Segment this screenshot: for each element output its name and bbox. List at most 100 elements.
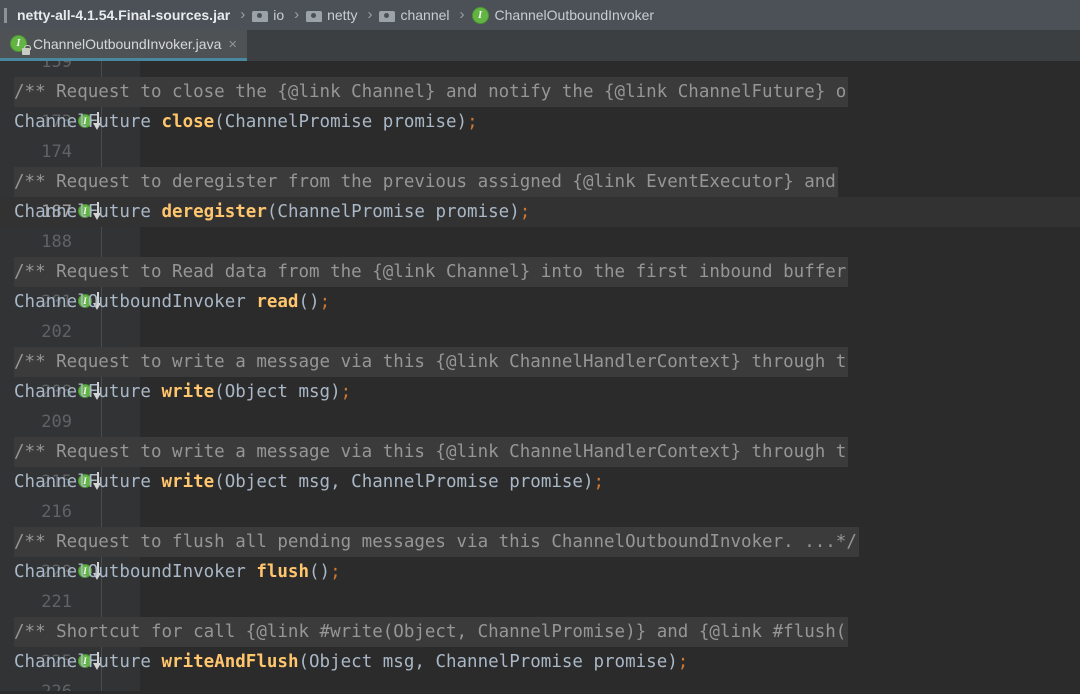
editor-row[interactable]: 160/** Request to close the {@link Chann… xyxy=(0,77,1080,107)
editor-row[interactable]: 220 I ChannelOutboundInvoker flush(); xyxy=(0,557,1080,587)
editor-row-partial: 159 xyxy=(0,61,1080,77)
token-semi: ; xyxy=(519,202,531,222)
folded-javadoc-comment[interactable]: /** Request to write a message via this … xyxy=(14,437,849,467)
breadcrumb-item-label: netty-all-4.1.54.Final-sources.jar xyxy=(17,7,231,23)
tab-bar-empty-space xyxy=(247,30,1080,58)
code-line[interactable]: ChannelFuture close(ChannelPromise promi… xyxy=(14,107,478,137)
token-punct: () xyxy=(309,562,331,582)
editor-row[interactable]: 187 I ChannelFuture deregister(ChannelProm… xyxy=(0,197,1080,227)
line-number: 226 xyxy=(0,677,72,691)
token-punct: (Object msg) xyxy=(214,382,341,402)
line-number: 202 xyxy=(41,322,72,342)
breadcrumb-item-interface[interactable]: I ChannelOutboundInvoker xyxy=(470,0,660,30)
line-number: 159 xyxy=(41,61,72,72)
editor-row[interactable]: 175/** Request to deregister from the pr… xyxy=(0,167,1080,197)
code-line[interactable]: ChannelOutboundInvoker read(); xyxy=(14,287,330,317)
folded-javadoc-comment[interactable]: /** Request to deregister from the previ… xyxy=(14,167,838,197)
token-punct: (Object msg, ChannelPromise promise) xyxy=(214,472,594,492)
breadcrumb-item-label: ChannelOutboundInvoker xyxy=(494,7,655,23)
editor-row[interactable]: 216 xyxy=(0,497,1080,527)
token-method: writeAndFlush xyxy=(161,652,299,672)
breadcrumb-separator: › xyxy=(294,5,300,23)
breadcrumb: netty-all-4.1.54.Final-sources.jar › io › ne… xyxy=(0,0,1080,30)
token-type: ChannelFuture xyxy=(14,382,162,402)
folded-javadoc-comment[interactable]: /** Request to close the {@link Channel}… xyxy=(14,77,849,107)
breadcrumb-separator: › xyxy=(240,5,246,23)
token-punct: (ChannelPromise promise) xyxy=(214,112,468,132)
breadcrumb-item-label: netty xyxy=(327,7,358,23)
token-method: read xyxy=(256,292,299,312)
token-semi: ; xyxy=(319,292,331,312)
token-method: flush xyxy=(256,562,310,582)
editor-tab-label: ChannelOutboundInvoker.java xyxy=(33,36,222,52)
token-type: ChannelFuture xyxy=(14,112,162,132)
token-method: deregister xyxy=(161,202,267,222)
editor-row[interactable]: 203/** Request to write a message via th… xyxy=(0,347,1080,377)
token-method: write xyxy=(161,472,215,492)
code-editor[interactable]: 159 160/** Request to close the {@link Ch… xyxy=(0,61,1080,691)
editor-tab-bar: I ChannelOutboundInvoker.java × xyxy=(0,30,1080,61)
folded-javadoc-comment[interactable]: /** Request to Read data from the {@link… xyxy=(14,257,849,287)
lock-icon xyxy=(22,45,31,55)
editor-row[interactable]: 225 I ChannelFuture writeAndFlush(Object m… xyxy=(0,647,1080,677)
editor-tab-channeloutboundinvoker[interactable]: I ChannelOutboundInvoker.java × xyxy=(0,30,248,61)
code-line[interactable]: ChannelFuture write(Object msg, ChannelP… xyxy=(14,467,604,497)
editor-row[interactable]: 215 I ChannelFuture write(Object msg, Chan… xyxy=(0,467,1080,497)
token-punct: (ChannelPromise promise) xyxy=(266,202,520,222)
editor-row[interactable]: 210/** Request to write a message via th… xyxy=(0,437,1080,467)
line-number: 188 xyxy=(41,232,72,252)
line-number: 216 xyxy=(41,502,72,522)
package-icon xyxy=(252,9,269,22)
folded-javadoc-comment[interactable]: /** Shortcut for call {@link #write(Obje… xyxy=(14,617,849,647)
interface-readonly-icon: I xyxy=(10,35,31,55)
breadcrumb-item-package[interactable]: channel xyxy=(377,0,454,30)
package-icon xyxy=(379,9,396,22)
editor-row[interactable]: 173 I ChannelFuture close(ChannelPromise p… xyxy=(0,107,1080,137)
breadcrumb-item-package[interactable]: io xyxy=(250,0,289,30)
line-number: 174 xyxy=(41,142,72,162)
editor-row[interactable]: 217/** Request to flush all pending mess… xyxy=(0,527,1080,557)
token-method: write xyxy=(161,382,215,402)
folded-javadoc-comment[interactable]: /** Request to write a message via this … xyxy=(14,347,849,377)
code-line[interactable]: ChannelFuture writeAndFlush(Object msg, … xyxy=(14,647,688,677)
close-icon[interactable]: × xyxy=(226,37,239,52)
editor-row[interactable]: 209 xyxy=(0,407,1080,437)
editor-row[interactable]: 202 xyxy=(0,317,1080,347)
token-type: ChannelFuture xyxy=(14,472,162,492)
editor-row[interactable]: 221 xyxy=(0,587,1080,617)
breadcrumb-separator: › xyxy=(459,5,465,23)
breadcrumb-items: netty-all-4.1.54.Final-sources.jar › io › ne… xyxy=(12,0,659,30)
token-semi: ; xyxy=(467,112,478,132)
code-line[interactable]: ChannelOutboundInvoker flush(); xyxy=(14,557,341,587)
editor-row[interactable]: 201 I ChannelOutboundInvoker read(); xyxy=(0,287,1080,317)
line-number: 209 xyxy=(41,412,72,432)
token-semi: ; xyxy=(593,472,605,492)
editor-row[interactable]: 222/** Shortcut for call {@link #write(O… xyxy=(0,617,1080,647)
token-type: ChannelFuture xyxy=(14,652,162,672)
breadcrumb-item-label: io xyxy=(273,7,285,23)
code-line[interactable]: ChannelFuture deregister(ChannelPromise … xyxy=(14,197,530,227)
breadcrumb-item-root[interactable]: netty-all-4.1.54.Final-sources.jar xyxy=(12,0,235,30)
breadcrumb-item-label: channel xyxy=(400,7,450,23)
breadcrumb-item-package[interactable]: netty xyxy=(304,0,362,30)
editor-row[interactable]: 188 xyxy=(0,227,1080,257)
breadcrumb-separator: › xyxy=(367,5,373,23)
token-semi: ; xyxy=(677,652,689,672)
token-type: ChannelFuture xyxy=(14,202,162,222)
editor-row[interactable]: 174 xyxy=(0,137,1080,167)
token-punct: (Object msg, ChannelPromise promise) xyxy=(298,652,678,672)
token-semi: ; xyxy=(340,382,352,402)
line-number: 221 xyxy=(41,592,72,612)
breadcrumb-left-tick xyxy=(4,7,7,23)
editor-row[interactable]: 208 I ChannelFuture write(Object msg); xyxy=(0,377,1080,407)
interface-icon: I xyxy=(471,6,489,24)
token-method: close xyxy=(161,112,215,132)
code-line[interactable]: ChannelFuture write(Object msg); xyxy=(14,377,351,407)
token-semi: ; xyxy=(330,562,341,582)
token-punct: () xyxy=(298,292,320,312)
editor-row[interactable]: 189/** Request to Read data from the {@l… xyxy=(0,257,1080,287)
token-type: ChannelOutboundInvoker xyxy=(14,562,257,582)
editor-row[interactable]: 226 xyxy=(0,677,1080,691)
package-icon xyxy=(306,9,323,22)
folded-javadoc-comment[interactable]: /** Request to flush all pending message… xyxy=(14,527,859,557)
